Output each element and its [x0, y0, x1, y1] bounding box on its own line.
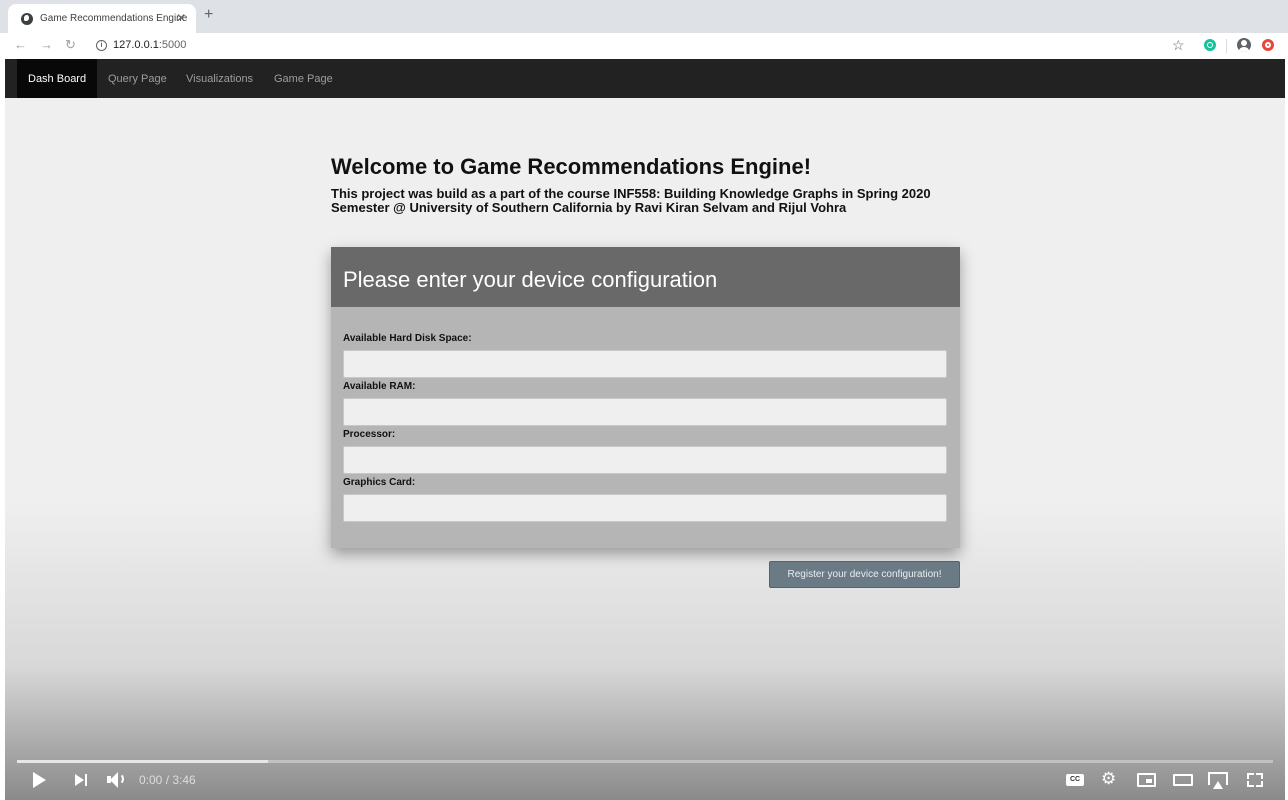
- graphics-card-label: Graphics Card:: [343, 477, 416, 488]
- tab-title: Game Recommendations Engine: [40, 13, 188, 24]
- ram-input[interactable]: [343, 398, 947, 426]
- theater-mode-icon[interactable]: [1173, 774, 1193, 786]
- miniplayer-icon[interactable]: [1137, 773, 1156, 787]
- new-tab-button[interactable]: +: [204, 7, 213, 23]
- form-title: Please enter your device configuration: [343, 267, 718, 292]
- forward-icon[interactable]: →: [40, 38, 53, 52]
- graphics-card-input[interactable]: [343, 494, 947, 522]
- video-progress-bar[interactable]: [17, 760, 1273, 763]
- profile-icon[interactable]: [1237, 38, 1251, 52]
- browser-tab[interactable]: Game Recommendations Engine ✕: [8, 4, 196, 33]
- star-icon[interactable]: ☆: [1172, 37, 1185, 54]
- nav-game-page[interactable]: Game Page: [263, 59, 344, 98]
- hard-disk-input[interactable]: [343, 350, 947, 378]
- nav-visualizations[interactable]: Visualizations: [175, 59, 264, 98]
- airplay-icon-triangle: [1213, 781, 1223, 789]
- register-config-button[interactable]: Register your device configuration!: [769, 561, 960, 588]
- top-navbar: Dash Board Query Page Visualizations Gam…: [5, 59, 1285, 98]
- video-time: 0:00 / 3:46: [139, 773, 196, 787]
- info-icon[interactable]: i: [96, 40, 107, 51]
- next-icon[interactable]: [75, 774, 84, 786]
- page-title: Welcome to Game Recommendations Engine!: [331, 154, 812, 179]
- browser-tab-strip: Game Recommendations Engine ✕ +: [0, 0, 1288, 33]
- toolbar-divider: [1226, 39, 1227, 53]
- form-body: Available Hard Disk Space: Available RAM…: [331, 307, 960, 548]
- play-icon[interactable]: [33, 772, 46, 788]
- page-viewport: Dash Board Query Page Visualizations Gam…: [5, 59, 1285, 800]
- browser-toolbar: ← → ↻ i 127.0.0.1:5000 ☆: [0, 33, 1288, 59]
- reload-icon[interactable]: ↻: [65, 38, 76, 52]
- next-icon-bar: [85, 774, 87, 786]
- processor-input[interactable]: [343, 446, 947, 474]
- address-bar[interactable]: 127.0.0.1:5000: [113, 39, 186, 51]
- nav-dashboard[interactable]: Dash Board: [17, 59, 98, 98]
- globe-icon: [21, 12, 33, 25]
- hard-disk-label: Available Hard Disk Space:: [343, 333, 472, 344]
- ram-label: Available RAM:: [343, 381, 416, 392]
- fullscreen-icon[interactable]: [1247, 773, 1263, 787]
- opera-icon[interactable]: [1262, 39, 1274, 51]
- back-icon[interactable]: ←: [14, 38, 27, 52]
- grammarly-icon[interactable]: [1204, 39, 1216, 51]
- url-port: :5000: [158, 39, 187, 51]
- form-header: Please enter your device configuration: [331, 247, 960, 307]
- nav-query-page[interactable]: Query Page: [97, 59, 178, 98]
- close-tab-icon[interactable]: ✕: [176, 11, 186, 25]
- device-config-form: Please enter your device configuration A…: [331, 247, 960, 548]
- buffered-progress: [17, 760, 269, 763]
- processor-label: Processor:: [343, 429, 396, 440]
- project-description: This project was build as a part of the …: [331, 186, 931, 215]
- gear-icon[interactable]: ⚙: [1101, 770, 1116, 788]
- captions-icon[interactable]: CC: [1066, 774, 1084, 786]
- url-host: 127.0.0.1: [113, 39, 159, 51]
